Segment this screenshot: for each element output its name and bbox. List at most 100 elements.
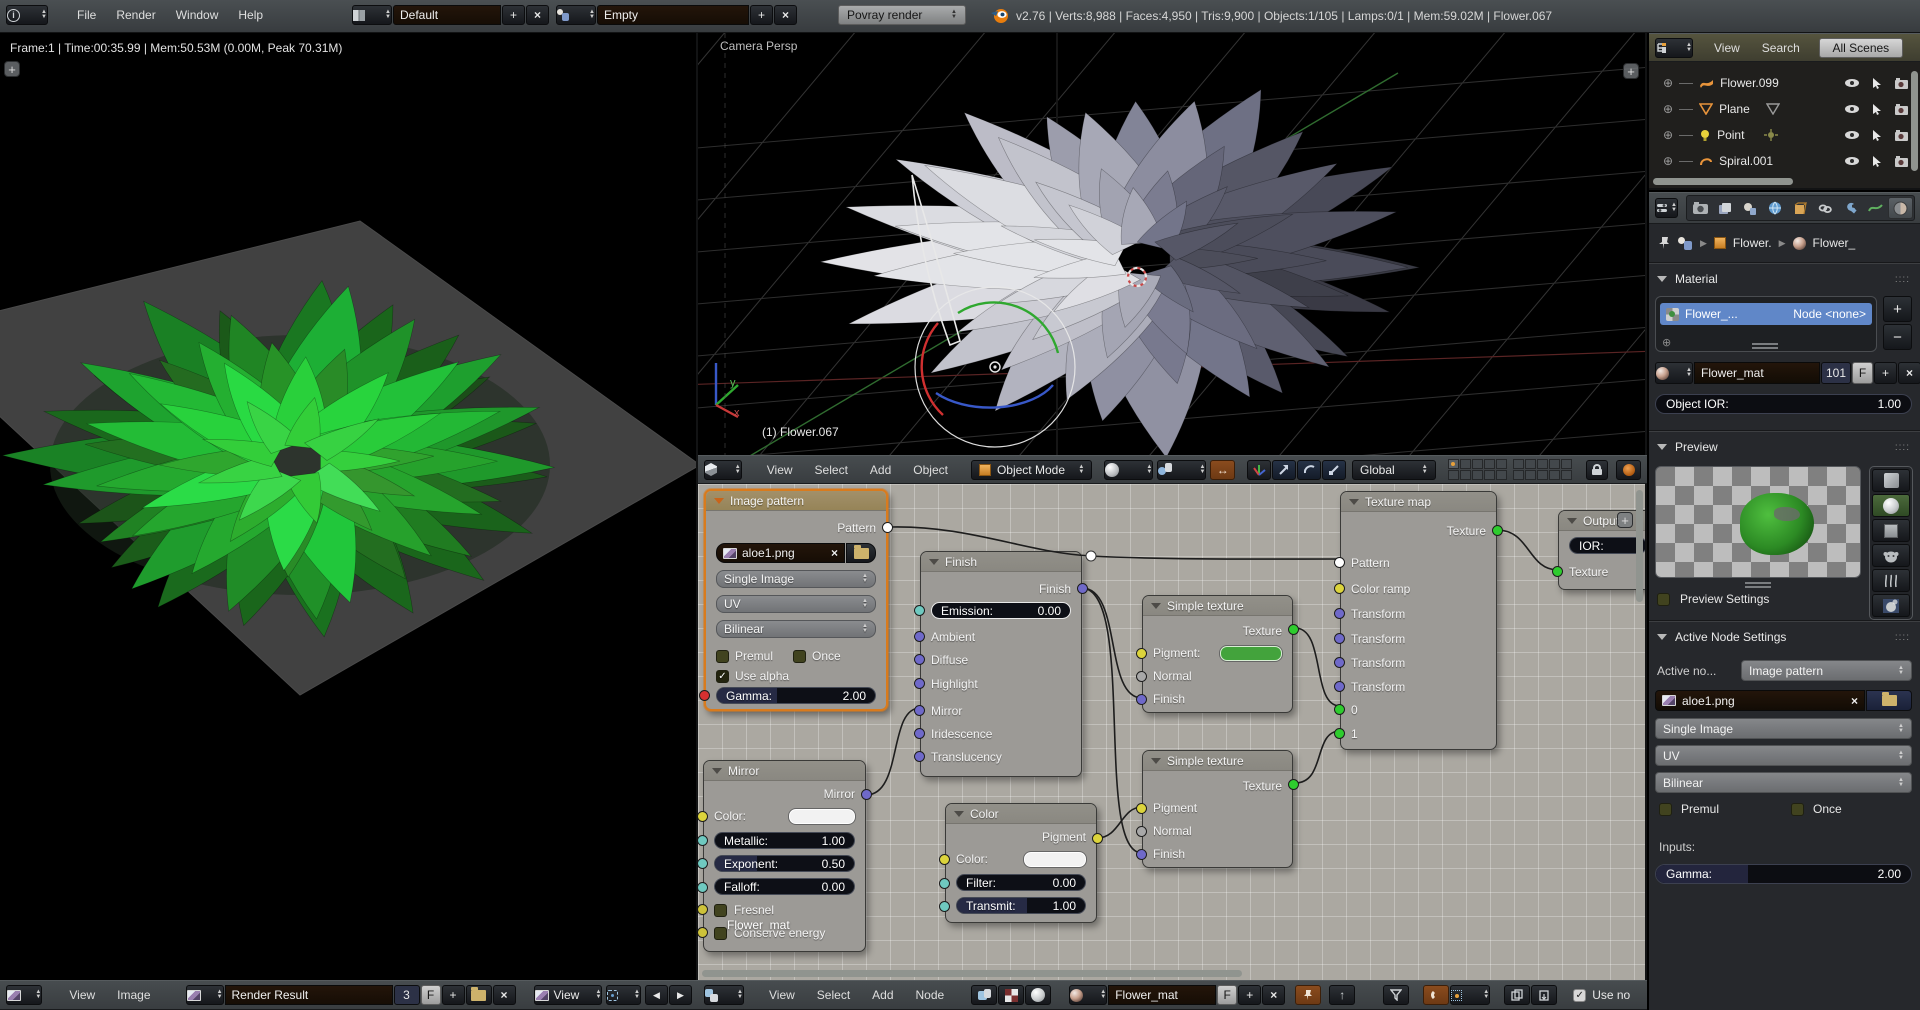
- expand-icon[interactable]: ⊕: [1663, 154, 1673, 168]
- scene-icon-button[interactable]: ▲▼: [556, 5, 596, 25]
- node-interpolation-select[interactable]: Bilinear▲▼: [716, 620, 876, 638]
- material-unlink-button[interactable]: ×: [1898, 362, 1920, 384]
- screen-layout-add-button[interactable]: +: [502, 5, 525, 25]
- material-browse-button[interactable]: ▲▼: [1655, 362, 1693, 384]
- remove-material-slot-button[interactable]: −: [1883, 324, 1912, 350]
- image-open-button[interactable]: [466, 985, 492, 1005]
- socket-falloff-in[interactable]: [698, 882, 708, 893]
- socket-color-in[interactable]: [698, 811, 708, 822]
- region-expand-button[interactable]: +: [4, 61, 20, 77]
- collapse-icon[interactable]: [1349, 499, 1359, 505]
- image-datablock-icon-button[interactable]: ▲▼: [186, 985, 224, 1005]
- metallic-slider[interactable]: Metallic:1.00: [714, 832, 855, 849]
- socket-texture-out[interactable]: [1288, 624, 1299, 635]
- menu-node[interactable]: Node: [907, 988, 954, 1002]
- editor-type-button[interactable]: ▲▼: [704, 460, 742, 480]
- selectability-cursor-icon[interactable]: [1872, 129, 1882, 141]
- material-name-field[interactable]: Flower_mat: [1694, 362, 1820, 384]
- panel-collapse-icon[interactable]: [1657, 634, 1667, 640]
- socket-pigment-in[interactable]: [1136, 803, 1147, 814]
- socket-color-in[interactable]: [939, 854, 950, 865]
- transmit-slider[interactable]: Transmit:1.00: [956, 897, 1086, 914]
- breadcrumb-material[interactable]: Flower_: [1813, 236, 1856, 250]
- socket-diffuse-in[interactable]: [914, 654, 925, 665]
- node-output[interactable]: Output IOR: Texture: [1558, 510, 1647, 590]
- layer-cell[interactable]: [1525, 459, 1536, 469]
- socket-ambient-in[interactable]: [914, 631, 925, 642]
- node-image-open-button[interactable]: [846, 543, 876, 563]
- panel-drag-dots[interactable]: ::::: [1895, 632, 1910, 643]
- socket-colorramp-in[interactable]: [1334, 583, 1345, 594]
- node-editor-vscrollbar[interactable]: [1636, 490, 1643, 602]
- socket-pattern-out[interactable]: [882, 522, 893, 533]
- tab-constraints[interactable]: [1813, 197, 1838, 219]
- properties-region-toggle[interactable]: +: [1623, 63, 1639, 79]
- use-alpha-checkbox[interactable]: ✓: [716, 670, 729, 683]
- once-checkbox[interactable]: [793, 650, 806, 663]
- unlink-icon[interactable]: ×: [831, 546, 838, 560]
- layer-cell[interactable]: [1496, 459, 1507, 469]
- transform-orientation-select[interactable]: Global ▲▼: [1352, 460, 1436, 480]
- tab-material[interactable]: [1888, 197, 1913, 219]
- add-material-slot-button[interactable]: +: [1883, 296, 1912, 322]
- image-fake-user-button[interactable]: F: [421, 985, 441, 1005]
- preview-monkey-button[interactable]: [1872, 544, 1910, 567]
- renderability-camera-icon[interactable]: [1894, 156, 1909, 167]
- layer-cell[interactable]: [1448, 470, 1459, 480]
- menu-view[interactable]: View: [758, 463, 802, 477]
- layer-cell[interactable]: [1484, 459, 1495, 469]
- socket-fresnel-in[interactable]: [698, 904, 708, 915]
- tab-modifiers[interactable]: [1838, 197, 1863, 219]
- socket-finish-out[interactable]: [1077, 583, 1088, 594]
- tab-scene[interactable]: [1738, 197, 1763, 219]
- screen-layout-name[interactable]: Default: [393, 5, 501, 25]
- panel-collapse-icon[interactable]: [1657, 444, 1667, 450]
- conserve-energy-checkbox[interactable]: [714, 927, 727, 940]
- go-to-parent-button[interactable]: ↑: [1329, 985, 1355, 1005]
- material-users-button[interactable]: 101: [1821, 362, 1851, 384]
- layer-cell[interactable]: [1460, 459, 1471, 469]
- panel-title[interactable]: Preview: [1675, 440, 1718, 454]
- color-swatch[interactable]: [1024, 852, 1086, 867]
- tab-render-layers[interactable]: [1713, 197, 1738, 219]
- scene-name[interactable]: Empty: [597, 5, 749, 25]
- viewport-shading-select[interactable]: ▲▼: [1104, 460, 1153, 480]
- menu-object[interactable]: Object: [904, 463, 957, 477]
- display-filter-select[interactable]: All Scenes: [1819, 38, 1903, 58]
- socket-exponent-in[interactable]: [698, 858, 708, 869]
- layer-cell[interactable]: [1513, 459, 1524, 469]
- socket-transform1-in[interactable]: [1334, 608, 1345, 619]
- layer-cell[interactable]: [1513, 470, 1524, 480]
- editor-type-button[interactable]: ▲▼: [1655, 198, 1678, 218]
- gamma-slider[interactable]: Gamma:2.00: [716, 687, 876, 704]
- material-fake-user-button[interactable]: F: [1852, 362, 1873, 384]
- menu-select[interactable]: Select: [806, 463, 857, 477]
- renderability-camera-icon[interactable]: [1894, 104, 1909, 115]
- node-image-name-field[interactable]: aloe1.png×: [716, 543, 845, 563]
- layer-cell[interactable]: [1537, 470, 1548, 480]
- preview-world-sphere-button[interactable]: [1872, 594, 1910, 617]
- layer-cell[interactable]: [1549, 470, 1560, 480]
- socket-pigment-in[interactable]: [1136, 648, 1147, 659]
- mode-select[interactable]: Object Mode ▲▼: [971, 460, 1092, 480]
- preview-sphere-button[interactable]: [1872, 494, 1910, 517]
- material-nodes-toggle[interactable]: [1025, 985, 1051, 1005]
- panel-drag-dots[interactable]: ::::: [1895, 442, 1910, 453]
- socket-metallic-in[interactable]: [698, 835, 708, 846]
- pigment-swatch[interactable]: [1220, 646, 1282, 661]
- image-source-select[interactable]: Single Image▲▼: [1655, 718, 1912, 739]
- socket-transform2-in[interactable]: [1334, 633, 1345, 644]
- mirror-color-swatch[interactable]: [789, 809, 855, 824]
- preview-cube-button[interactable]: [1872, 519, 1910, 542]
- selectability-cursor-icon[interactable]: [1872, 155, 1882, 167]
- layer-cell[interactable]: [1484, 470, 1495, 480]
- selectability-cursor-icon[interactable]: [1872, 103, 1882, 115]
- expand-icon[interactable]: ⊕: [1663, 76, 1673, 90]
- visibility-eye-icon[interactable]: [1844, 130, 1860, 140]
- image-unlink-button[interactable]: ×: [493, 985, 516, 1005]
- lock-to-scene-button[interactable]: [1586, 460, 1609, 480]
- collapse-icon[interactable]: [954, 811, 964, 817]
- image-open-button[interactable]: [1866, 690, 1912, 711]
- socket-finish-in[interactable]: [1136, 849, 1147, 860]
- manipulator-axis-button[interactable]: [1247, 460, 1271, 480]
